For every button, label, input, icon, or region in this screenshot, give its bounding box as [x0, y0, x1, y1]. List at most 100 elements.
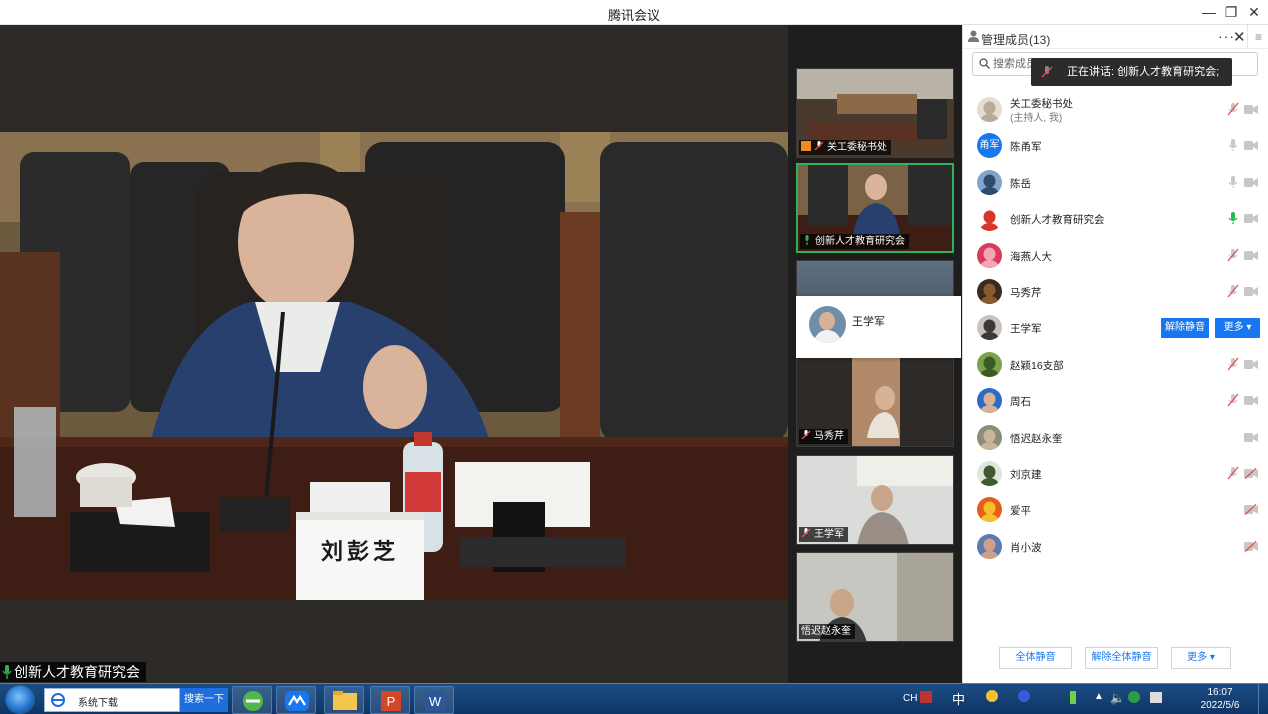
window-title: 腾讯会议 [607, 8, 660, 23]
main-video[interactable]: 刘彭芝 创新人才教育研究会 [0, 25, 788, 683]
browser-app-icon[interactable] [232, 686, 272, 714]
camera-icon[interactable] [1244, 177, 1258, 188]
ie-icon [51, 693, 65, 707]
camera-off-icon[interactable] [1244, 504, 1258, 516]
member-role: (主持人, 我) [1010, 113, 1063, 124]
menu-icon[interactable]: ≡ [1247, 25, 1268, 49]
camera-icon[interactable] [1244, 322, 1258, 333]
mic-active-icon [2, 665, 12, 679]
members-panel-footer: 全体静音 解除全体静音 更多 ▾ [963, 643, 1268, 673]
video-thumbnail-active[interactable]: 创新人才教育研究会 [796, 163, 954, 253]
volume-icon[interactable]: 🔈 [1110, 691, 1125, 705]
camera-icon[interactable] [1244, 140, 1258, 151]
word-app-icon[interactable]: W [414, 686, 454, 714]
camera-icon[interactable] [1244, 250, 1258, 261]
camera-off-icon[interactable] [1244, 467, 1258, 479]
member-row[interactable]: 甬军 陈甬军 [963, 128, 1268, 164]
mic-muted-icon[interactable] [1226, 357, 1240, 371]
video-thumbnail[interactable]: 悟迟赵永奎 [796, 552, 954, 642]
member-row[interactable]: 肖小波 [963, 529, 1268, 565]
show-desktop-button[interactable] [1258, 684, 1268, 714]
thumbnail-label: 马秀芹 [799, 429, 848, 444]
mic-icon[interactable] [1226, 430, 1240, 444]
avatar [977, 388, 1002, 414]
member-name: 悟迟赵永奎 [1010, 432, 1063, 445]
host-icon [801, 141, 811, 151]
thumbnail-label: 创新人才教育研究会 [800, 234, 909, 249]
security-icon[interactable] [1128, 691, 1140, 703]
camera-off-icon[interactable] [1244, 540, 1258, 552]
member-row[interactable]: 周石 [963, 383, 1268, 419]
video-thumbnail[interactable]: 王学军 [796, 455, 954, 545]
avatar [977, 533, 1002, 559]
mute-all-button[interactable]: 全体静音 [999, 647, 1072, 669]
avatar [977, 97, 1002, 122]
ime-mode[interactable]: 中 [952, 689, 965, 708]
help-icon[interactable] [1018, 690, 1030, 702]
member-row[interactable]: 马秀芹 [963, 274, 1268, 310]
restore-button[interactable]: ❐ [1221, 3, 1241, 21]
camera-icon[interactable] [1244, 213, 1258, 224]
camera-icon[interactable] [1244, 104, 1258, 115]
close-button[interactable]: ✕ [1244, 3, 1264, 21]
meeting-app-icon[interactable] [276, 686, 316, 714]
mic-icon[interactable] [1226, 320, 1240, 334]
mic-muted-icon[interactable] [1226, 248, 1240, 262]
camera-icon[interactable] [1244, 432, 1258, 443]
mic-muted-icon[interactable] [1226, 284, 1240, 298]
member-row[interactable]: 关工委秘书处 (主持人, 我) [963, 92, 1268, 128]
mic-icon[interactable] [1226, 138, 1240, 152]
folder-app-icon[interactable] [324, 686, 364, 714]
mic-active-icon[interactable] [1226, 211, 1240, 225]
language-indicator[interactable]: CH [903, 693, 917, 704]
mic-icon[interactable] [1226, 502, 1240, 516]
members-panel-header: 管理成员(13) ··· ✕ ≡ [963, 25, 1268, 49]
member-row[interactable]: 王学军 解除静音 更多 ▾ [963, 310, 1268, 346]
members-panel-title: 管理成员(13) [981, 33, 1051, 47]
member-row[interactable]: 陈岳 [963, 165, 1268, 201]
unmute-member-button[interactable]: 解除静音 [1161, 318, 1209, 339]
minimize-button[interactable]: — [1199, 3, 1219, 21]
avatar [977, 315, 1002, 341]
network-icon[interactable] [1150, 692, 1162, 703]
member-row[interactable]: 赵颖16支部 [963, 347, 1268, 383]
thumbnail-label: 悟迟赵永奎 [799, 624, 855, 639]
active-speaker-name: 创新人才教育研究会 [14, 664, 140, 680]
powerpoint-app-icon[interactable]: P [370, 686, 410, 714]
thumbnail-label: 关工委秘书处 [799, 140, 891, 155]
member-name: 海燕人大 [1010, 250, 1052, 263]
show-hidden-icons[interactable]: ▲ [1094, 691, 1104, 702]
avatar [977, 278, 1002, 304]
avatar [977, 497, 1002, 523]
speaking-tooltip: 正在讲话: 创新人才教育研究会; [1031, 58, 1232, 86]
ime-icon[interactable] [920, 691, 932, 703]
member-row[interactable]: 刘京建 [963, 456, 1268, 492]
mic-icon[interactable] [1226, 539, 1240, 553]
tray-app-icon[interactable] [986, 690, 998, 702]
mic-muted-icon[interactable] [1226, 393, 1240, 407]
member-row[interactable]: 悟迟赵永奎 [963, 420, 1268, 456]
camera-icon[interactable] [1244, 286, 1258, 297]
name-plate-text: 刘彭芝 [320, 539, 399, 565]
avatar [809, 306, 846, 343]
battery-icon[interactable] [1070, 691, 1076, 704]
taskbar-search[interactable]: 系统下载 [44, 688, 180, 712]
member-name: 肖小波 [1010, 541, 1042, 554]
taskbar-search-button[interactable]: 搜索一下 [180, 688, 228, 712]
member-row[interactable]: 爱平 [963, 492, 1268, 528]
taskbar-clock[interactable]: 16:07 2022/5/6 [1190, 686, 1250, 712]
mic-icon[interactable] [1226, 175, 1240, 189]
more-button[interactable]: 更多 ▾ [1171, 647, 1231, 669]
camera-icon[interactable] [1244, 359, 1258, 370]
close-panel-icon[interactable]: ✕ [1233, 28, 1246, 46]
video-thumbnail[interactable]: 马秀芹 [796, 357, 954, 447]
member-row[interactable]: 海燕人大 [963, 238, 1268, 274]
member-hover-card: 王学军 [796, 296, 961, 358]
unmute-all-button[interactable]: 解除全体静音 [1085, 647, 1158, 669]
start-button[interactable] [5, 685, 35, 714]
video-thumbnail[interactable]: 关工委秘书处 [796, 68, 954, 158]
member-row[interactable]: 创新人才教育研究会 [963, 201, 1268, 237]
mic-muted-icon[interactable] [1226, 102, 1240, 116]
camera-icon[interactable] [1244, 395, 1258, 406]
mic-muted-icon[interactable] [1226, 466, 1240, 480]
